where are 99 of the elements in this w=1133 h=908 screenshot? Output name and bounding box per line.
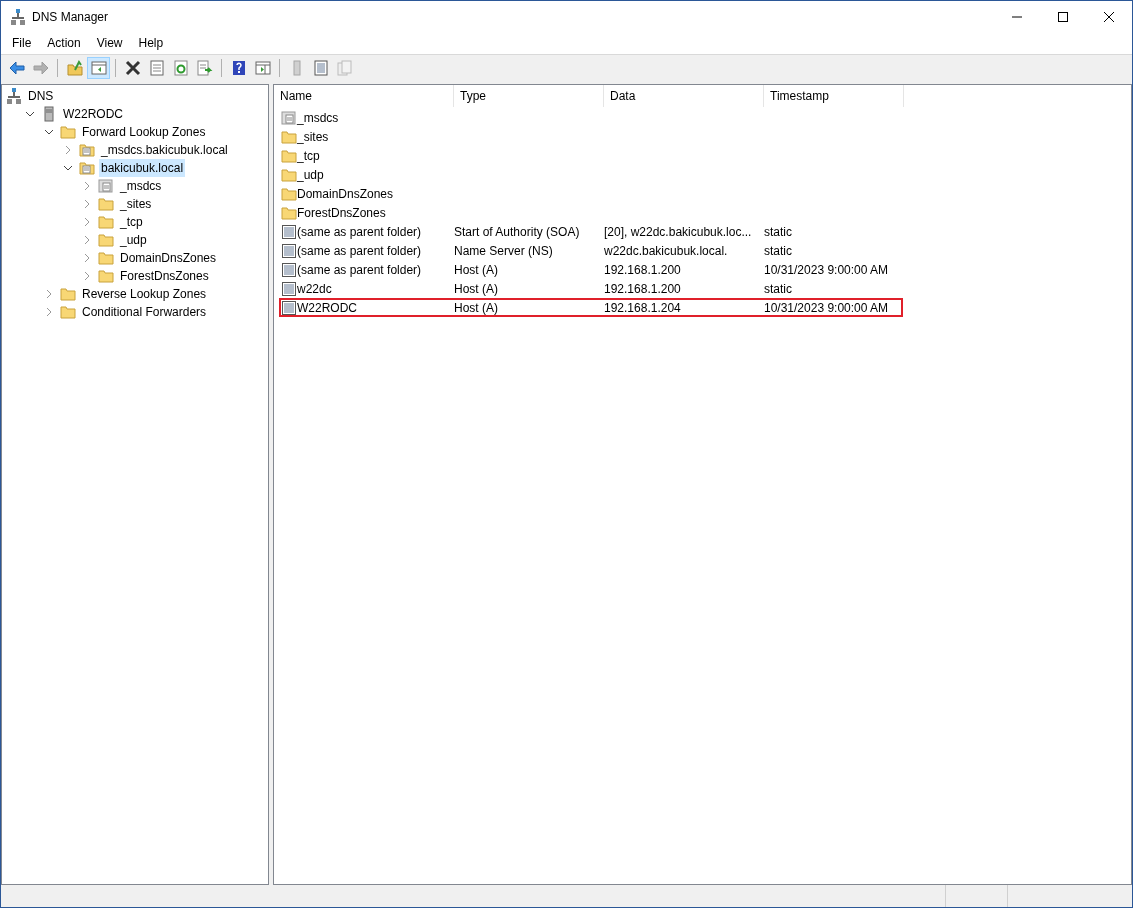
table-cell-text: 10/31/2023 9:00:00 AM bbox=[764, 261, 889, 279]
tree-item[interactable]: Conditional Forwarders bbox=[80, 303, 209, 321]
expand-chevron-icon[interactable] bbox=[44, 307, 54, 317]
tree-item[interactable]: Reverse Lookup Zones bbox=[80, 285, 209, 303]
collapse-chevron-icon[interactable] bbox=[25, 109, 35, 119]
expand-chevron-icon[interactable] bbox=[82, 235, 92, 245]
expand-chevron-icon[interactable] bbox=[82, 253, 92, 263]
table-cell[interactable]: _tcp bbox=[297, 146, 320, 165]
forward-arrow-icon bbox=[32, 59, 49, 76]
expand-chevron-icon[interactable] bbox=[82, 181, 92, 191]
table-cell-text: 10/31/2023 9:00:00 AM bbox=[764, 299, 889, 317]
record-icon bbox=[281, 223, 297, 240]
tree-item[interactable]: Forward Lookup Zones bbox=[80, 123, 208, 141]
table-cell[interactable]: _msdcs bbox=[297, 108, 339, 127]
collapse-chevron-icon[interactable] bbox=[44, 127, 54, 137]
table-cell[interactable]: DomainDnsZones bbox=[297, 184, 394, 203]
app-icon bbox=[11, 8, 25, 25]
table-cell-text: [20], w22dc.bakicubuk.loc... bbox=[604, 223, 752, 241]
tree-item[interactable]: _msdcs.bakicubuk.local bbox=[99, 141, 230, 159]
folder-icon bbox=[60, 124, 76, 140]
column-header[interactable]: Name bbox=[274, 85, 454, 107]
table-cell[interactable]: (same as parent folder) bbox=[297, 260, 422, 279]
tree-item[interactable]: DomainDnsZones bbox=[118, 249, 219, 267]
expand-chevron-icon[interactable] bbox=[82, 199, 92, 209]
tree-item[interactable]: W22RODC bbox=[61, 105, 125, 123]
refresh-icon bbox=[172, 59, 189, 76]
column-header[interactable]: Data bbox=[604, 85, 764, 107]
record-icon bbox=[281, 280, 297, 297]
folder-icon bbox=[98, 268, 114, 284]
record-icon bbox=[281, 299, 297, 316]
menu-item[interactable]: File bbox=[4, 32, 40, 53]
table-cell[interactable]: ForestDnsZones bbox=[297, 203, 386, 222]
folder-icon bbox=[281, 147, 297, 164]
maximize-icon bbox=[1058, 11, 1068, 22]
properties-icon bbox=[148, 59, 165, 76]
copy-icon bbox=[336, 59, 353, 76]
tree-item[interactable]: DNS bbox=[26, 87, 56, 105]
tree-item[interactable]: _msdcs bbox=[118, 177, 164, 195]
table-cell-text: Start of Authority (SOA) bbox=[454, 223, 580, 241]
table-cell-text: Host (A) bbox=[454, 299, 498, 317]
table-cell-text: static bbox=[764, 242, 792, 260]
window-title: DNS Manager bbox=[32, 8, 109, 26]
folder-icon bbox=[281, 128, 297, 145]
table-cell-text: static bbox=[764, 223, 792, 241]
record-icon bbox=[281, 261, 297, 278]
record-list-icon bbox=[312, 59, 329, 76]
column-header[interactable]: Timestamp bbox=[764, 85, 904, 107]
table-cell-text: Host (A) bbox=[454, 280, 498, 298]
pane-icon bbox=[90, 59, 107, 76]
record-icon bbox=[281, 242, 297, 259]
expand-chevron-icon[interactable] bbox=[44, 289, 54, 299]
folder-icon bbox=[281, 185, 297, 202]
collapse-chevron-icon[interactable] bbox=[63, 163, 73, 173]
folder-icon bbox=[98, 250, 114, 266]
folder-up-icon bbox=[66, 59, 83, 76]
folder-icon bbox=[60, 304, 76, 320]
menu-item[interactable]: Action bbox=[39, 32, 89, 53]
zone-folder-icon bbox=[79, 142, 95, 158]
close-icon bbox=[1104, 11, 1114, 22]
table-cell[interactable]: W22RODC bbox=[297, 298, 357, 317]
folder-icon bbox=[60, 286, 76, 302]
menu-item[interactable]: View bbox=[88, 32, 131, 53]
table-cell[interactable]: _sites bbox=[297, 127, 329, 146]
table-cell[interactable]: (same as parent folder) bbox=[297, 222, 422, 241]
menu-item[interactable]: Help bbox=[130, 32, 172, 53]
folder-icon bbox=[281, 166, 297, 183]
tree-item[interactable]: bakicubuk.local bbox=[99, 159, 186, 177]
tree-item[interactable]: _sites bbox=[118, 195, 154, 213]
zone-folder-icon bbox=[79, 160, 95, 176]
help-icon bbox=[230, 59, 247, 76]
delegated-zone-icon bbox=[98, 178, 114, 194]
delete-icon bbox=[124, 59, 141, 76]
network-icon bbox=[6, 88, 22, 104]
table-cell-text: 192.168.1.200 bbox=[604, 280, 681, 298]
folder-icon bbox=[98, 214, 114, 230]
folder-icon bbox=[281, 204, 297, 221]
back-arrow-icon bbox=[8, 59, 25, 76]
server-icon bbox=[41, 106, 57, 122]
table-cell-text: 192.168.1.200 bbox=[604, 261, 681, 279]
folder-icon bbox=[98, 196, 114, 212]
table-cell-text: w22dc.bakicubuk.local. bbox=[604, 242, 728, 260]
expand-chevron-icon[interactable] bbox=[63, 145, 73, 155]
table-cell-text: Name Server (NS) bbox=[454, 242, 553, 260]
table-cell[interactable]: w22dc bbox=[297, 279, 332, 298]
delegated-zone-icon bbox=[281, 109, 297, 126]
table-cell[interactable]: (same as parent folder) bbox=[297, 241, 422, 260]
table-cell-text: static bbox=[764, 280, 792, 298]
column-header[interactable]: Type bbox=[454, 85, 604, 107]
action-pane-icon bbox=[254, 59, 271, 76]
table-cell[interactable]: _udp bbox=[297, 165, 324, 184]
table-cell-text: 192.168.1.204 bbox=[604, 299, 681, 317]
expand-chevron-icon[interactable] bbox=[82, 271, 92, 281]
table-cell-text: Host (A) bbox=[454, 261, 498, 279]
tree-item[interactable]: _udp bbox=[118, 231, 149, 249]
folder-icon bbox=[98, 232, 114, 248]
tree-item[interactable]: _tcp bbox=[118, 213, 145, 231]
export-list-icon bbox=[196, 59, 213, 76]
expand-chevron-icon[interactable] bbox=[82, 217, 92, 227]
tree-item[interactable]: ForestDnsZones bbox=[118, 267, 211, 285]
